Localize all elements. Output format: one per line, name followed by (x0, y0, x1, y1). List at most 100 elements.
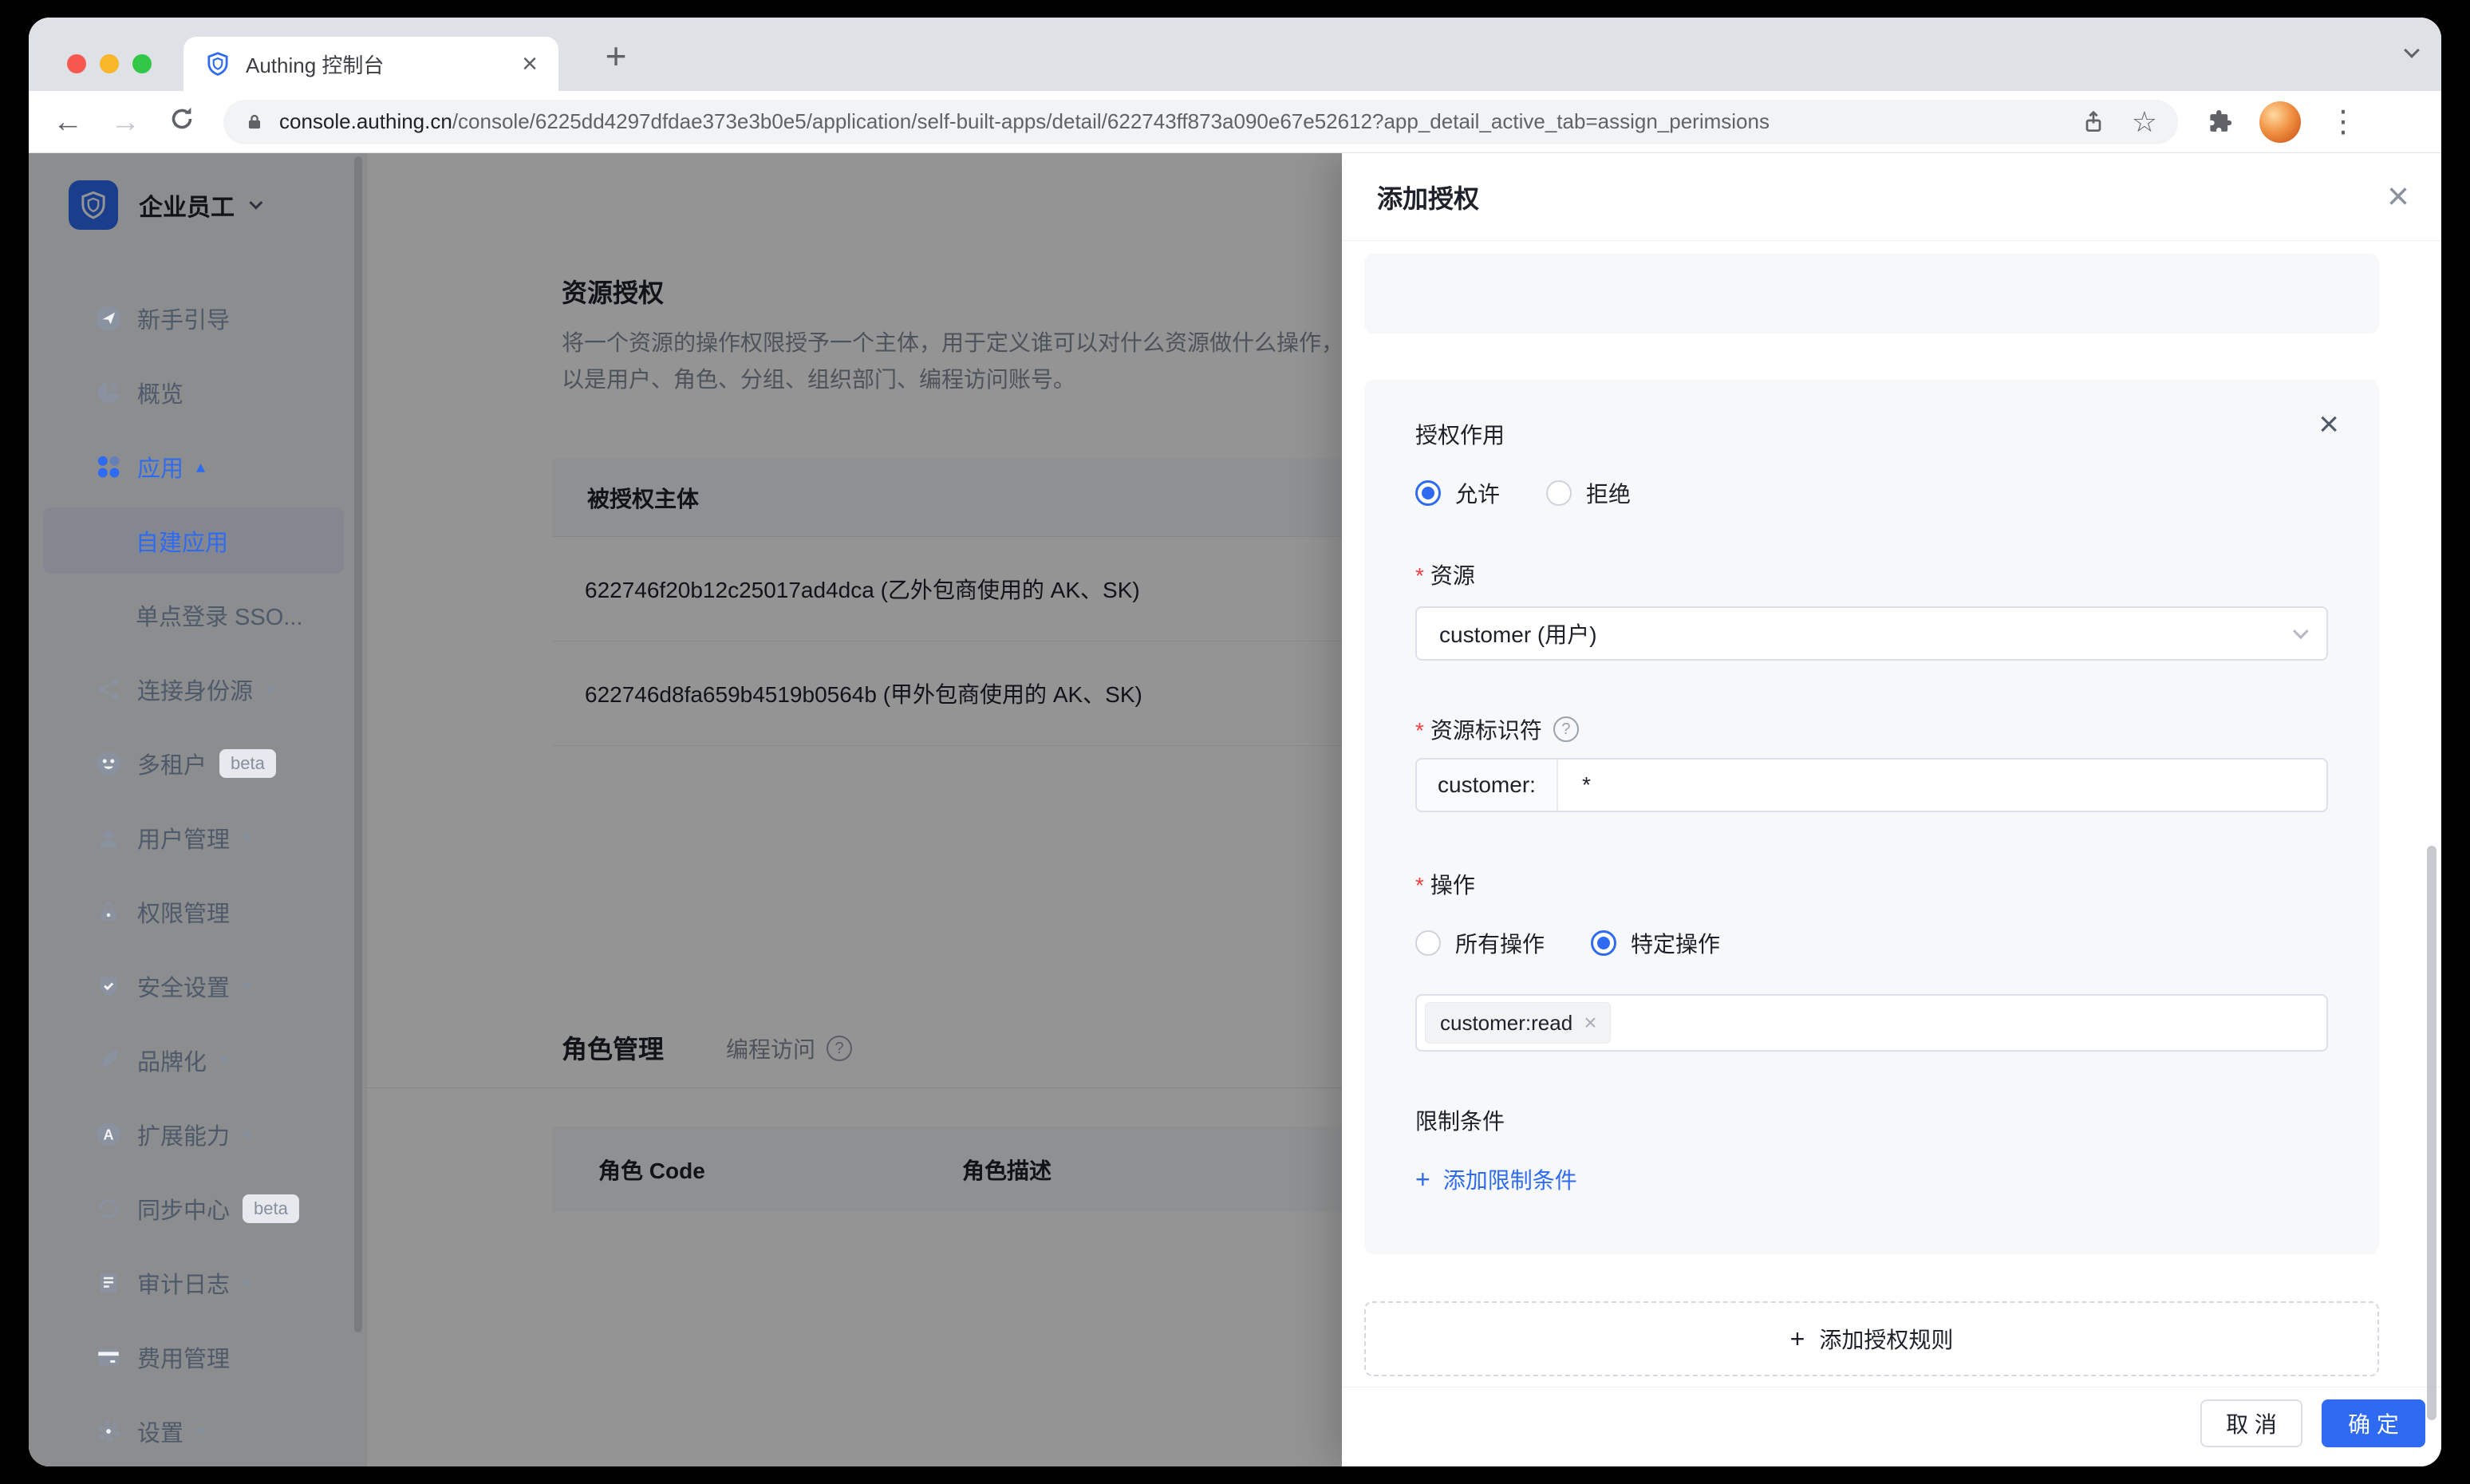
drawer-header: 添加授权 × (1342, 153, 2441, 241)
resource-select[interactable]: customer (用户) (1415, 606, 2328, 661)
sidebar-item-label: 权限管理 (137, 895, 230, 929)
authz-rule-card-partial (1364, 254, 2379, 334)
radio-label: 允许 (1455, 477, 1500, 509)
identifier-input-group: customer: * (1415, 758, 2328, 812)
tab-search-chevron-icon[interactable] (2406, 45, 2417, 60)
users-icon (93, 822, 124, 854)
tab-strip: Authing 控制台 × + (29, 18, 2441, 91)
reload-button[interactable] (168, 105, 196, 139)
browser-toolbar: ← → console.authing.cn/console/6225dd429… (29, 91, 2441, 153)
shield-icon (93, 970, 124, 1002)
new-tab-button[interactable]: + (590, 30, 641, 81)
tab-title: Authing 控制台 (246, 49, 522, 79)
pie-icon (93, 377, 124, 408)
identifier-input[interactable]: * (1558, 760, 2326, 811)
radio-deny[interactable]: 拒绝 (1546, 477, 1631, 509)
radio-specific-actions[interactable]: 特定操作 (1591, 927, 1720, 959)
action-label: 操作 (1415, 868, 2328, 900)
window-minimize-button[interactable] (100, 54, 119, 73)
beta-badge: beta (243, 1194, 299, 1223)
authz-rule-card: × 授权作用 允许 拒绝 资源 customer (用户) 资源标识符 ? (1364, 380, 2379, 1254)
help-icon[interactable]: ? (1553, 716, 1579, 742)
sidebar-item-label: 自建应用 (136, 524, 228, 558)
sidebar-item-label: 连接身份源 (137, 673, 253, 706)
authing-favicon-icon (204, 50, 231, 77)
sidebar-item-label: 费用管理 (137, 1340, 230, 1374)
drawer-scrollbar[interactable] (2427, 846, 2436, 1420)
chevron-down-icon: ▾ (196, 1421, 205, 1442)
action-tag: customer:read × (1425, 1002, 1611, 1044)
add-condition-link[interactable]: + 添加限制条件 (1415, 1163, 2328, 1195)
radio-unselected-icon (1546, 480, 1572, 506)
sidebar-item-label: 新手引导 (137, 302, 230, 335)
sidebar-item-label: 同步中心 (137, 1192, 230, 1225)
apps-icon (93, 451, 124, 483)
action-radio-group: 所有操作 特定操作 (1415, 927, 2328, 959)
window-zoom-button[interactable] (132, 54, 152, 73)
sidebar-item-label: 应用 (137, 450, 183, 483)
bill-icon (93, 1341, 124, 1373)
tab-close-icon[interactable]: × (522, 50, 538, 77)
radio-label: 所有操作 (1455, 927, 1545, 959)
browser-menu-icon[interactable]: ⋮ (2328, 107, 2358, 137)
brush-icon (93, 1044, 124, 1076)
log-icon (93, 1267, 124, 1299)
confirm-button[interactable]: 确 定 (2322, 1399, 2425, 1447)
chevron-down-icon: ▾ (243, 1124, 251, 1145)
window-close-button[interactable] (67, 54, 86, 73)
condition-label: 限制条件 (1415, 1104, 2328, 1136)
extensions-icon[interactable] (2205, 109, 2232, 136)
sidebar-item-label: 安全设置 (137, 969, 230, 1003)
url-path: /console/6225dd4297dfdae373e3b0e5/applic… (452, 109, 1770, 133)
sidebar-item-label: 设置 (137, 1415, 183, 1448)
actions-tag-input[interactable]: customer:read × (1415, 994, 2328, 1052)
tenant-icon (93, 748, 124, 779)
share-icon[interactable] (2081, 109, 2106, 135)
share-icon (93, 673, 124, 705)
bookmark-star-icon[interactable]: ☆ (2132, 108, 2157, 136)
secure-lock-icon[interactable] (244, 112, 265, 132)
plus-icon: + (1415, 1166, 1430, 1192)
chevron-down-icon: ▾ (243, 827, 251, 848)
profile-avatar[interactable] (2259, 101, 2301, 143)
radio-label: 特定操作 (1631, 927, 1720, 959)
drawer-body: × 授权作用 允许 拒绝 资源 customer (用户) 资源标识符 ? (1342, 241, 2441, 1387)
chevron-down-icon (2293, 623, 2309, 639)
sidebar-item-label: 审计日志 (137, 1266, 230, 1300)
chevron-up-icon: ▴ (196, 456, 205, 477)
add-condition-label: 添加限制条件 (1443, 1163, 1577, 1195)
drawer-footer: 取 消 确 定 (1342, 1387, 2441, 1466)
sync-icon (93, 1193, 124, 1225)
identifier-label: 资源标识符 (1415, 713, 1542, 745)
browser-window: Authing 控制台 × + ← → console.authing.cn/c… (29, 18, 2441, 1466)
url-host: console.authing.cn (279, 109, 452, 133)
sidebar-item-label: 用户管理 (137, 821, 230, 854)
add-rule-label: 添加授权规则 (1819, 1323, 1953, 1355)
sidebar-item-label: 多租户 (137, 747, 207, 780)
ext-icon: A (93, 1119, 124, 1150)
lock-icon (93, 896, 124, 928)
drawer-title: 添加授权 (1377, 179, 1479, 215)
chevron-down-icon: ▾ (243, 1273, 251, 1293)
radio-all-actions[interactable]: 所有操作 (1415, 927, 1545, 959)
add-rule-button[interactable]: + 添加授权规则 (1364, 1301, 2379, 1376)
radio-label: 拒绝 (1586, 477, 1631, 509)
browser-tab[interactable]: Authing 控制台 × (183, 37, 558, 91)
forward-button[interactable]: → (110, 107, 140, 137)
drawer-close-icon[interactable]: × (2387, 178, 2409, 216)
chevron-down-icon: ▾ (219, 1050, 228, 1071)
gear-icon (93, 1415, 124, 1447)
radio-selected-icon (1591, 930, 1616, 956)
sidebar-item-label: 品牌化 (137, 1044, 207, 1077)
resource-select-value: customer (用户) (1439, 618, 1597, 649)
effect-radio-group: 允许 拒绝 (1415, 477, 2328, 509)
sidebar-item-label: 单点登录 SSO... (136, 598, 302, 632)
page-content: 企业员工 新手引导概览应用▴自建应用单点登录 SSO...连接身份源▾多租户be… (29, 153, 2441, 1466)
cancel-button[interactable]: 取 消 (2200, 1399, 2302, 1447)
chevron-down-icon: ▾ (243, 976, 251, 997)
remove-rule-icon[interactable]: × (2318, 407, 2339, 442)
tag-remove-icon[interactable]: × (1584, 1012, 1596, 1034)
address-bar[interactable]: console.authing.cn/console/6225dd4297dfd… (223, 100, 2178, 144)
back-button[interactable]: ← (53, 107, 83, 137)
radio-allow[interactable]: 允许 (1415, 477, 1500, 509)
